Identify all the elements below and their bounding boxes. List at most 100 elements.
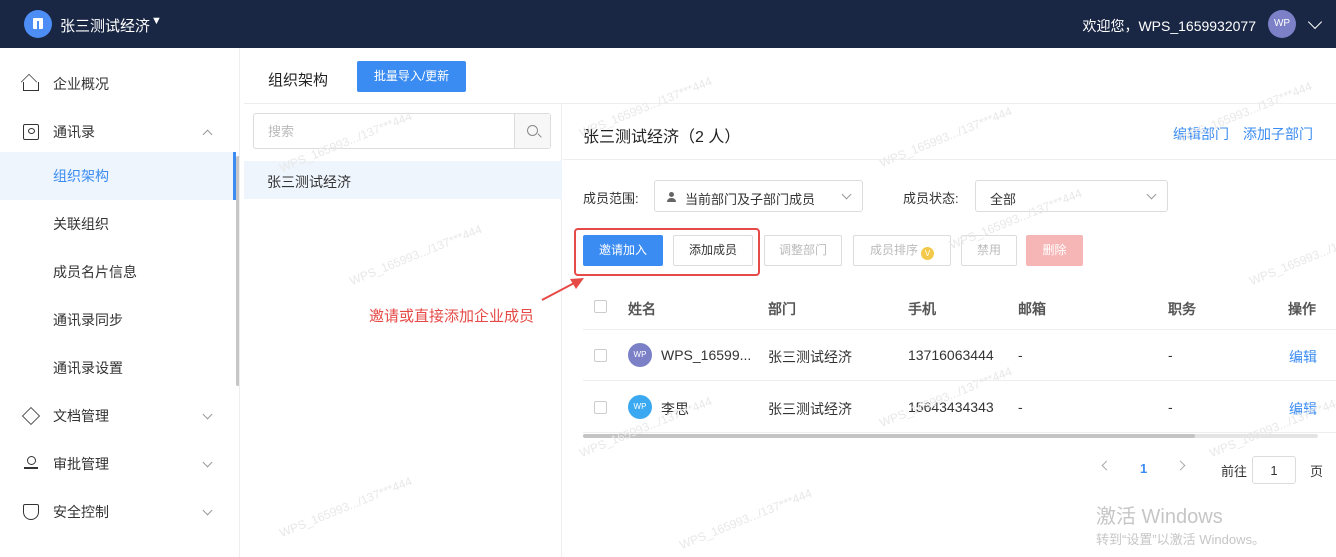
user-avatar[interactable]: WP — [1268, 10, 1296, 38]
annotation-arrow-icon — [541, 278, 584, 301]
department-header: 张三测试经济（2 人） 编辑部门 添加子部门 — [563, 104, 1336, 160]
member-department: 张三测试经济 — [768, 349, 852, 365]
sidebar-item-label: 通讯录同步 — [53, 312, 123, 328]
member-title: - — [1168, 399, 1173, 415]
chevron-down-icon — [841, 189, 852, 200]
column-header: 操作 — [1288, 301, 1316, 317]
goto-page-input[interactable] — [1252, 456, 1296, 484]
chevron-down-icon — [202, 505, 213, 515]
annotation-text: 邀请或直接添加企业成员 — [369, 308, 535, 325]
scrollbar-thumb[interactable] — [583, 434, 1195, 438]
sidebar-item-label: 通讯录 — [53, 124, 95, 140]
scope-label: 成员范围: — [583, 191, 639, 206]
caret-down-icon[interactable]: ▼ — [151, 15, 162, 27]
page-header: 组织架构 批量导入/更新 — [244, 48, 1336, 104]
search-button[interactable] — [514, 114, 550, 148]
tree-node-root[interactable]: 张三测试经济 — [244, 161, 562, 199]
next-page-icon[interactable] — [1175, 460, 1186, 471]
add-subdepartment-link[interactable]: 添加子部门 — [1243, 124, 1313, 144]
layers-icon — [21, 406, 41, 426]
shield-icon — [23, 504, 39, 520]
select-all-checkbox[interactable] — [594, 300, 607, 313]
home-icon — [23, 82, 39, 91]
status-value: 全部 — [990, 192, 1017, 207]
column-header: 邮箱 — [1018, 301, 1046, 317]
sidebar-item-overview[interactable]: 企业概况 — [0, 60, 236, 108]
search-box — [253, 113, 551, 149]
scope-select[interactable]: 当前部门及子部门成员 — [654, 180, 863, 212]
member-title: - — [1168, 347, 1173, 363]
sidebar-item-label: 关联组织 — [53, 216, 109, 232]
sidebar-item-label: 通讯录设置 — [53, 360, 123, 376]
chevron-up-icon — [202, 129, 213, 139]
status-label: 成员状态: — [903, 191, 959, 206]
member-panel: 张三测试经济（2 人） 编辑部门 添加子部门 成员范围: 当前部门及子部门成员 … — [563, 104, 1336, 557]
org-name[interactable]: 张三测试经济 — [60, 15, 150, 36]
tree-node-label: 张三测试经济 — [267, 174, 351, 190]
table-scrollbar[interactable] — [583, 434, 1318, 438]
windows-activation-hint: 转到“设置”以激活 Windows。 — [1096, 532, 1266, 547]
bulk-import-button[interactable]: 批量导入/更新 — [357, 61, 466, 92]
member-avatar: WP — [628, 395, 652, 419]
sidebar-item-label: 安全控制 — [53, 504, 109, 520]
table-row: WP 李思 张三测试经济 15643434343 - - 编辑 — [583, 382, 1336, 433]
column-header: 手机 — [908, 301, 936, 317]
member-avatar: WP — [628, 343, 652, 367]
sidebar-item-docs[interactable]: 文档管理 — [0, 392, 236, 440]
table-header: 姓名 部门 手机 邮箱 职务 操作 — [583, 284, 1336, 330]
sidebar-item-label: 成员名片信息 — [53, 264, 137, 280]
sidebar-item-approval[interactable]: 审批管理 — [0, 440, 236, 488]
adjust-department-button[interactable]: 调整部门 — [764, 235, 842, 266]
highlight-box — [574, 228, 760, 276]
sidebar: 企业概况 通讯录 组织架构 关联组织 成员名片信息 通讯录同步 通讯录设置 文档… — [0, 48, 240, 557]
sidebar-item-security[interactable]: 安全控制 — [0, 488, 236, 536]
windows-activation-title: 激活 Windows — [1096, 506, 1223, 528]
org-tree-panel: 张三测试经济 — [244, 104, 562, 557]
sidebar-scrollbar[interactable] — [236, 156, 239, 386]
member-department: 张三测试经济 — [768, 401, 852, 417]
scope-value: 当前部门及子部门成员 — [685, 192, 816, 207]
page-title: 组织架构 — [268, 72, 329, 89]
contacts-icon — [23, 124, 39, 140]
org-logo-icon[interactable] — [24, 10, 52, 38]
sidebar-item-contacts-settings[interactable]: 通讯录设置 — [0, 344, 236, 392]
page-number[interactable]: 1 — [1140, 461, 1147, 476]
status-select[interactable]: 全部 — [975, 180, 1168, 212]
goto-label: 前往 — [1221, 464, 1248, 479]
edit-member-link[interactable]: 编辑 — [1289, 347, 1317, 367]
member-name: 李思 — [661, 401, 689, 417]
sidebar-item-label: 文档管理 — [53, 408, 109, 424]
sidebar-item-linked-org[interactable]: 关联组织 — [0, 200, 236, 248]
vip-badge-icon: V — [921, 247, 934, 260]
chevron-down-icon — [202, 457, 213, 467]
member-email: - — [1018, 399, 1023, 415]
sidebar-item-contacts-sync[interactable]: 通讯录同步 — [0, 296, 236, 344]
prev-page-icon[interactable] — [1101, 460, 1112, 471]
sort-members-label: 成员排序 — [869, 243, 918, 257]
chevron-down-icon[interactable] — [1307, 14, 1323, 30]
sort-members-button[interactable]: 成员排序 V — [853, 235, 951, 266]
chevron-down-icon — [1146, 189, 1157, 200]
search-input[interactable] — [254, 114, 514, 148]
delete-button[interactable]: 删除 — [1026, 235, 1083, 266]
user-icon — [23, 456, 39, 472]
search-icon — [527, 125, 538, 136]
row-checkbox[interactable] — [594, 401, 607, 414]
sidebar-item-contacts[interactable]: 通讯录 — [0, 108, 236, 156]
department-title: 张三测试经济（2 人） — [583, 129, 741, 146]
column-header: 职务 — [1168, 301, 1196, 317]
member-email: - — [1018, 347, 1023, 363]
sidebar-item-member-card[interactable]: 成员名片信息 — [0, 248, 236, 296]
disable-button[interactable]: 禁用 — [961, 235, 1017, 266]
welcome-text: 欢迎您，WPS_1659932077 — [1082, 18, 1256, 34]
member-phone: 15643434343 — [908, 399, 994, 415]
edit-department-link[interactable]: 编辑部门 — [1173, 124, 1229, 144]
sidebar-item-label: 企业概况 — [53, 76, 109, 92]
member-phone: 13716063444 — [908, 347, 994, 363]
column-header: 部门 — [768, 301, 796, 317]
sidebar-item-org-structure[interactable]: 组织架构 — [0, 152, 236, 200]
people-icon — [667, 192, 677, 202]
row-checkbox[interactable] — [594, 349, 607, 362]
sidebar-item-label: 组织架构 — [53, 168, 109, 184]
edit-member-link[interactable]: 编辑 — [1289, 399, 1317, 419]
